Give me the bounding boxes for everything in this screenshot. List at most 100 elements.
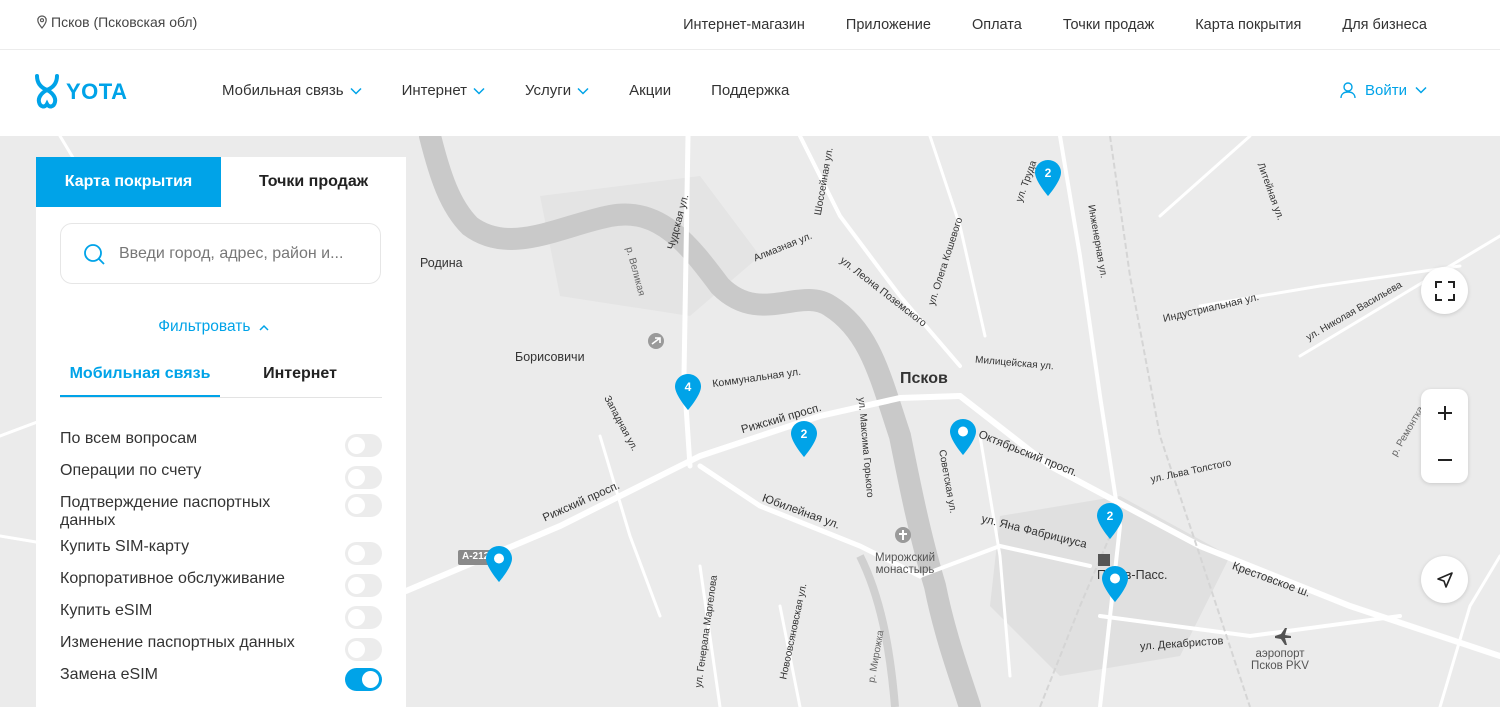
map-pin-count: 2 <box>1044 166 1052 180</box>
filter-toggle-switch[interactable] <box>345 574 382 597</box>
toggle-knob <box>348 641 365 658</box>
map-city-label: Псков <box>900 370 948 387</box>
chevron-down-icon <box>1415 86 1427 94</box>
top-link-business[interactable]: Для бизнеса <box>1342 17 1427 33</box>
zoom-out-button[interactable] <box>1421 436 1468 483</box>
toggle-knob <box>348 609 365 626</box>
toggle-knob <box>348 545 365 562</box>
nav-mobile[interactable]: Мобильная связь <box>222 82 362 99</box>
top-bar: Псков (Псковская обл) Интернет-магазин П… <box>0 0 1500 50</box>
filter-toggle-switch[interactable] <box>345 494 382 517</box>
main-header: YOTA Мобильная связь Интернет Услуги Акц… <box>0 50 1500 136</box>
fullscreen-button[interactable] <box>1421 267 1468 314</box>
filter-option-label: По всем вопросам <box>60 430 198 447</box>
toggle-knob <box>362 671 379 688</box>
top-link-shop[interactable]: Интернет-магазин <box>683 17 805 33</box>
tab-sales-points[interactable]: Точки продаж <box>221 157 406 207</box>
toggle-knob <box>348 497 365 514</box>
top-links: Интернет-магазин Приложение Оплата Точки… <box>683 17 1427 33</box>
station-icon <box>1098 554 1110 566</box>
filter-toggle-switch[interactable] <box>345 638 382 661</box>
nav-services[interactable]: Услуги <box>525 82 589 99</box>
filter-option: Купить SIM-карту <box>60 538 382 570</box>
filter-option-label: Купить SIM-карту <box>60 538 190 555</box>
filter-option-label: Корпоративное обслуживание <box>60 570 285 587</box>
toggle-knob <box>348 469 365 486</box>
map-pin[interactable]: 2 <box>1097 503 1123 539</box>
airfield-icon <box>648 333 664 349</box>
search-icon <box>84 243 105 265</box>
zoom-controls <box>1421 389 1468 483</box>
location-pin-icon <box>37 15 47 29</box>
filter-option: Подтверждение паспортных данных <box>60 494 382 538</box>
navigation-arrow-icon <box>1436 571 1453 588</box>
geolocation-button[interactable] <box>1421 556 1468 603</box>
map-pin-count: 4 <box>684 380 692 394</box>
chevron-down-icon <box>577 87 589 95</box>
nav-support[interactable]: Поддержка <box>711 82 789 99</box>
nav-mobile-label: Мобильная связь <box>222 82 344 99</box>
nav-support-label: Поддержка <box>711 82 790 99</box>
logo-text: YOTA <box>66 79 128 104</box>
subtab-internet[interactable]: Интернет <box>220 360 380 397</box>
plus-icon <box>1437 405 1452 420</box>
chevron-down-icon <box>473 87 485 95</box>
zoom-in-button[interactable] <box>1421 389 1468 436</box>
filter-option: Изменение паспортных данных <box>60 634 382 666</box>
main-nav: Мобильная связь Интернет Услуги Акции По… <box>222 82 789 99</box>
filter-option-label: Купить eSIM <box>60 602 153 619</box>
yota-logo[interactable]: YOTA <box>34 74 127 110</box>
filter-option: По всем вопросам <box>60 430 382 462</box>
map-pin-count: 2 <box>1106 509 1114 523</box>
nav-promotions[interactable]: Акции <box>629 82 671 99</box>
monastery-icon <box>895 527 911 543</box>
nav-internet[interactable]: Интернет <box>402 82 485 99</box>
service-subtabs: Мобильная связь Интернет <box>60 360 382 398</box>
map-pin-count: 2 <box>800 427 808 441</box>
minus-icon <box>1437 458 1452 461</box>
top-link-coverage-map[interactable]: Карта покрытия <box>1195 17 1301 33</box>
filter-toggle-switch[interactable] <box>345 606 382 629</box>
map-place-label: Борисовичи <box>515 350 585 364</box>
location-label: Псков (Псковская обл) <box>51 14 198 30</box>
login-button[interactable]: Войти <box>1339 81 1427 99</box>
top-link-payment[interactable]: Оплата <box>972 17 1022 33</box>
filter-toggle-switch[interactable] <box>345 668 382 691</box>
map-place-label: Мирожский монастырь <box>875 552 935 576</box>
filter-label: Фильтровать <box>158 318 251 335</box>
map-side-panel: Карта покрытия Точки продаж Фильтровать … <box>36 157 406 707</box>
panel-tabs: Карта покрытия Точки продаж <box>36 157 406 207</box>
subtab-mobile[interactable]: Мобильная связь <box>60 360 220 397</box>
filter-toggle-switch[interactable] <box>345 466 382 489</box>
search-input[interactable] <box>119 244 369 263</box>
filter-toggle-switch[interactable] <box>345 542 382 565</box>
filter-option-label: Замена eSIM <box>60 666 158 683</box>
map-pin[interactable]: 2 <box>1035 160 1061 196</box>
login-label: Войти <box>1365 81 1407 99</box>
map-pin-icon <box>486 546 512 582</box>
filter-option-label: Подтверждение паспортных данных <box>60 494 271 529</box>
map-pin[interactable] <box>1102 566 1128 602</box>
map-place-label: аэропорт Псков PKV <box>1251 648 1309 672</box>
chevron-down-icon <box>350 87 362 95</box>
filter-option: Замена eSIM <box>60 666 382 698</box>
map-pin[interactable]: 4 <box>675 374 701 410</box>
toggle-knob <box>348 577 365 594</box>
nav-services-label: Услуги <box>525 82 572 99</box>
toggle-knob <box>348 437 365 454</box>
filter-option: Купить eSIM <box>60 602 382 634</box>
top-link-sales-points[interactable]: Точки продаж <box>1063 17 1154 33</box>
map-pin-icon <box>950 419 976 455</box>
filter-option-label: Изменение паспортных данных <box>60 634 295 651</box>
filter-toggle-switch[interactable] <box>345 434 382 457</box>
chevron-up-icon <box>259 324 269 331</box>
map-pin[interactable] <box>486 546 512 582</box>
map-pin-icon <box>1102 566 1128 602</box>
map-pin[interactable]: 2 <box>791 421 817 457</box>
location-selector[interactable]: Псков (Псковская обл) <box>36 14 197 30</box>
map-pin[interactable] <box>950 419 976 455</box>
top-link-app[interactable]: Приложение <box>846 17 931 33</box>
filter-option: Операции по счету <box>60 462 382 494</box>
filter-toggle[interactable]: Фильтровать <box>36 318 391 336</box>
tab-coverage-map[interactable]: Карта покрытия <box>36 157 221 207</box>
